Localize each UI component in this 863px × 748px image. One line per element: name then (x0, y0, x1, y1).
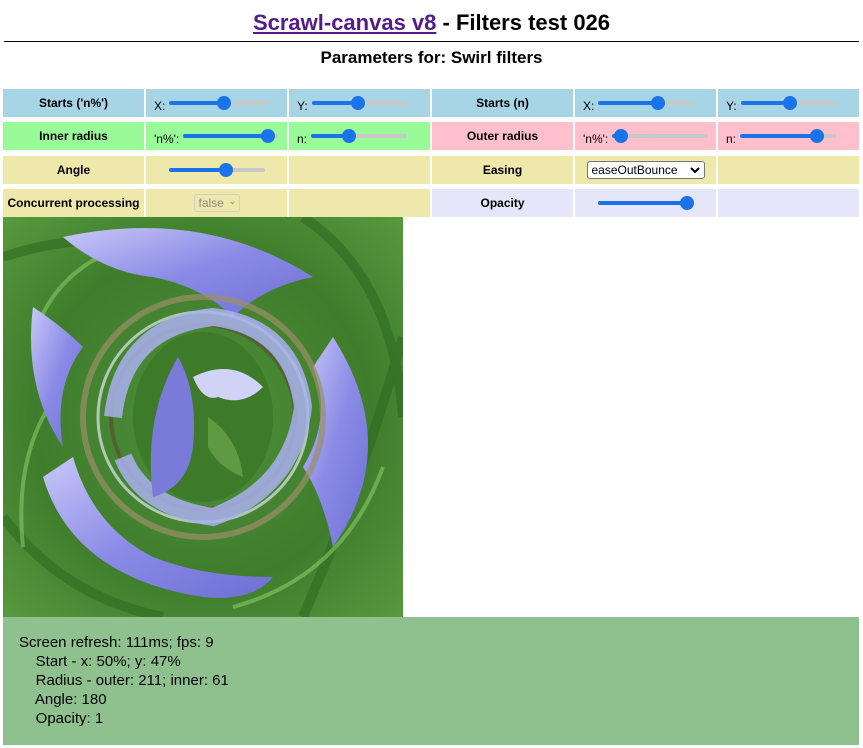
starts-pct-x-slider[interactable] (169, 95, 270, 111)
report-line: Radius - outer: 211; inner: 61 (19, 672, 229, 689)
starts-pct-x-label: X: (154, 99, 166, 113)
concurrent-processing-select[interactable]: false (193, 194, 240, 212)
angle-control (146, 156, 287, 184)
outer-radius-pct-control: 'n%': (575, 122, 716, 150)
filter-canvas[interactable] (3, 217, 403, 617)
easing-select-value: easeOutBounce (591, 163, 678, 177)
concurrent-processing-label: Concurrent processing (3, 189, 144, 217)
report-line: Screen refresh: 111ms; fps: 9 (19, 634, 214, 651)
starts-pct-x-control: X: (146, 89, 287, 117)
inner-radius-label: Inner radius (3, 122, 144, 150)
inner-radius-pct-slider[interactable] (183, 128, 280, 144)
starts-pct-y-slider[interactable] (311, 95, 408, 111)
outer-radius-n-control: n: (718, 122, 859, 150)
empty-cell (718, 156, 859, 184)
angle-slider[interactable] (168, 162, 265, 178)
chevron-down-icon (689, 166, 700, 173)
report-line: Start - x: 50%; y: 47% (19, 653, 181, 670)
outer-radius-pct-label: 'n%': (583, 132, 609, 146)
empty-cell (289, 189, 430, 217)
starts-pct-y-label: Y: (297, 99, 308, 113)
empty-cell (718, 189, 859, 217)
opacity-control (575, 189, 716, 217)
starts-n-x-control: X: (575, 89, 716, 117)
easing-label: Easing (432, 156, 573, 184)
easing-control: easeOutBounce (575, 156, 716, 184)
inner-radius-pct-label: 'n%': (154, 132, 180, 146)
inner-radius-pct-control: 'n%': (146, 122, 287, 150)
starts-pct-y-control: Y: (289, 89, 430, 117)
title-divider (4, 41, 859, 42)
starts-n-y-slider[interactable] (740, 95, 837, 111)
inner-radius-n-label: n: (297, 132, 308, 146)
outer-radius-n-slider[interactable] (740, 128, 837, 144)
starts-n-label: Starts (n) (432, 89, 573, 117)
page-subtitle: Parameters for: Swirl filters (320, 48, 543, 67)
starts-n-x-slider[interactable] (598, 95, 695, 111)
inner-radius-n-slider[interactable] (311, 128, 408, 144)
easing-select[interactable]: easeOutBounce (586, 161, 705, 179)
concurrent-processing-control: false (146, 189, 287, 217)
inner-radius-n-control: n: (289, 122, 430, 150)
starts-pct-label: Starts ('n%') (3, 89, 144, 117)
report-panel: Screen refresh: 111ms; fps: 9 Start - x:… (3, 617, 859, 745)
page-title-text: - Filters test 026 (436, 10, 611, 35)
chevron-down-icon (229, 201, 235, 205)
page-title: Scrawl-canvas v8 - Filters test 026 (0, 8, 863, 38)
starts-n-x-label: X: (583, 99, 595, 113)
swirl-image (3, 217, 403, 617)
report-line: Opacity: 1 (19, 710, 104, 727)
angle-label: Angle (3, 156, 144, 184)
home-link[interactable]: Scrawl-canvas v8 (253, 10, 436, 35)
outer-radius-n-label: n: (726, 132, 737, 146)
opacity-label: Opacity (432, 189, 573, 217)
report-line: Angle: 180 (19, 691, 107, 708)
outer-radius-label: Outer radius (432, 122, 573, 150)
concurrent-processing-value: false (198, 196, 224, 210)
starts-n-y-control: Y: (718, 89, 859, 117)
starts-n-y-label: Y: (726, 99, 737, 113)
outer-radius-pct-slider[interactable] (612, 128, 709, 144)
opacity-slider[interactable] (597, 195, 694, 211)
empty-cell (289, 156, 430, 184)
